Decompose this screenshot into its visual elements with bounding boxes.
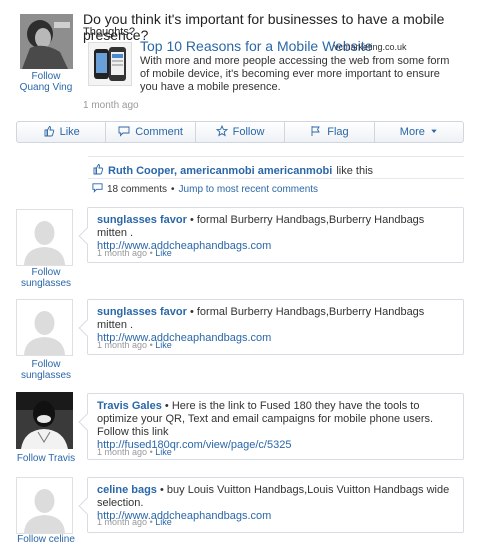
flag-icon (310, 125, 322, 140)
bullet-separator: • (189, 306, 194, 318)
comment-like-link[interactable]: Like (155, 517, 172, 527)
comment-time: 1 month ago (97, 248, 148, 258)
comment-meta: 1 month ago • Like (97, 248, 172, 258)
bullet-separator: • (149, 340, 153, 350)
comment-meta: 1 month ago • Like (97, 447, 172, 457)
follow-commenter-link[interactable]: Follow Travis (16, 453, 76, 464)
comment-like-link[interactable]: Like (155, 248, 172, 258)
likes-suffix: like this (336, 164, 374, 177)
bullet-separator: • (171, 183, 175, 195)
likers-names[interactable]: Ruth Cooper, americanmobi americanmobi (108, 165, 332, 177)
speech-bubble-icon (118, 125, 130, 140)
bubble-tail (78, 227, 96, 245)
speech-bubble-icon (92, 182, 103, 196)
follow-button-label: Follow (232, 126, 265, 138)
comment-author[interactable]: sunglasses favor (97, 306, 187, 318)
bullet-separator: • (149, 447, 153, 457)
comment-button[interactable]: Comment (106, 122, 196, 142)
author-avatar[interactable] (16, 12, 73, 69)
default-user-icon (17, 478, 72, 533)
bullet-separator: • (159, 484, 164, 496)
comment-body: Travis Gales • Here is the link to Fused… (97, 400, 455, 452)
star-icon (215, 124, 228, 140)
bullet-separator: • (149, 248, 153, 258)
comment-author[interactable]: celine bags (97, 484, 157, 496)
comment-meta: 1 month ago • Like (97, 517, 172, 527)
follow-button[interactable]: Follow (196, 122, 286, 142)
comment-author[interactable]: Travis Gales (97, 400, 162, 412)
bubble-tail (78, 413, 96, 431)
flag-button-label: Flag (327, 126, 349, 138)
commenter-avatar[interactable] (16, 392, 73, 449)
comment-bubble: celine bags • buy Louis Vuitton Handbags… (78, 477, 464, 533)
comment-time: 1 month ago (97, 517, 148, 527)
caret-down-icon (430, 126, 438, 138)
link-source: vcmarketing.co.uk (334, 42, 407, 52)
bullet-separator: • (149, 517, 153, 527)
likes-summary: Ruth Cooper, americanmobi americanmobi l… (92, 163, 373, 178)
bullet-separator: • (164, 400, 169, 412)
post-timestamp: 1 month ago (83, 100, 139, 111)
default-user-icon (17, 210, 72, 265)
link-description: With more and more people accessing the … (140, 55, 450, 93)
divider (88, 178, 464, 179)
comment-count: 18 comments (107, 183, 168, 195)
default-user-icon (17, 300, 72, 355)
like-button[interactable]: Like (17, 122, 107, 142)
comments-summary: 18 comments • Jump to most recent commen… (92, 182, 318, 196)
comment-bubble: Travis Gales • Here is the link to Fused… (78, 393, 464, 460)
comment-bubble: sunglasses favor • formal Burberry Handb… (78, 207, 464, 263)
like-button-label: Like (59, 126, 80, 138)
comment-bubble: sunglasses favor • formal Burberry Handb… (78, 299, 464, 355)
flag-button[interactable]: Flag (285, 122, 375, 142)
comment-time: 1 month ago (97, 447, 148, 457)
follow-commenter-link[interactable]: Follow celine (16, 534, 76, 545)
jump-to-recent-link[interactable]: Jump to most recent comments (179, 184, 319, 195)
more-dropdown[interactable]: More (375, 122, 463, 142)
commenter-avatar[interactable] (16, 209, 73, 266)
comment-like-link[interactable]: Like (155, 447, 172, 457)
comment-author[interactable]: sunglasses favor (97, 214, 187, 226)
commenter-avatar[interactable] (16, 477, 73, 534)
bubble-tail (78, 497, 96, 515)
more-dropdown-label: More (399, 126, 425, 138)
action-bar: Like Comment Follow Flag More (16, 121, 464, 143)
travis-photo (16, 392, 73, 449)
comment-like-link[interactable]: Like (155, 340, 172, 350)
follow-commenter-link[interactable]: Follow sunglasses (16, 267, 76, 289)
comment-button-label: Comment (135, 126, 183, 138)
bullet-separator: • (189, 214, 194, 226)
commenter-avatar[interactable] (16, 299, 73, 356)
link-thumbnail[interactable] (88, 42, 132, 86)
thumb-up-icon (43, 125, 55, 140)
divider (88, 156, 464, 157)
thumb-up-icon (92, 163, 104, 178)
comment-time: 1 month ago (97, 340, 148, 350)
follow-commenter-link[interactable]: Follow sunglasses (16, 359, 76, 381)
follow-author-link[interactable]: Follow Quang Ving (16, 71, 76, 93)
comment-meta: 1 month ago • Like (97, 340, 172, 350)
post-thoughts: Thoughts? (83, 26, 135, 38)
bubble-tail (78, 319, 96, 337)
